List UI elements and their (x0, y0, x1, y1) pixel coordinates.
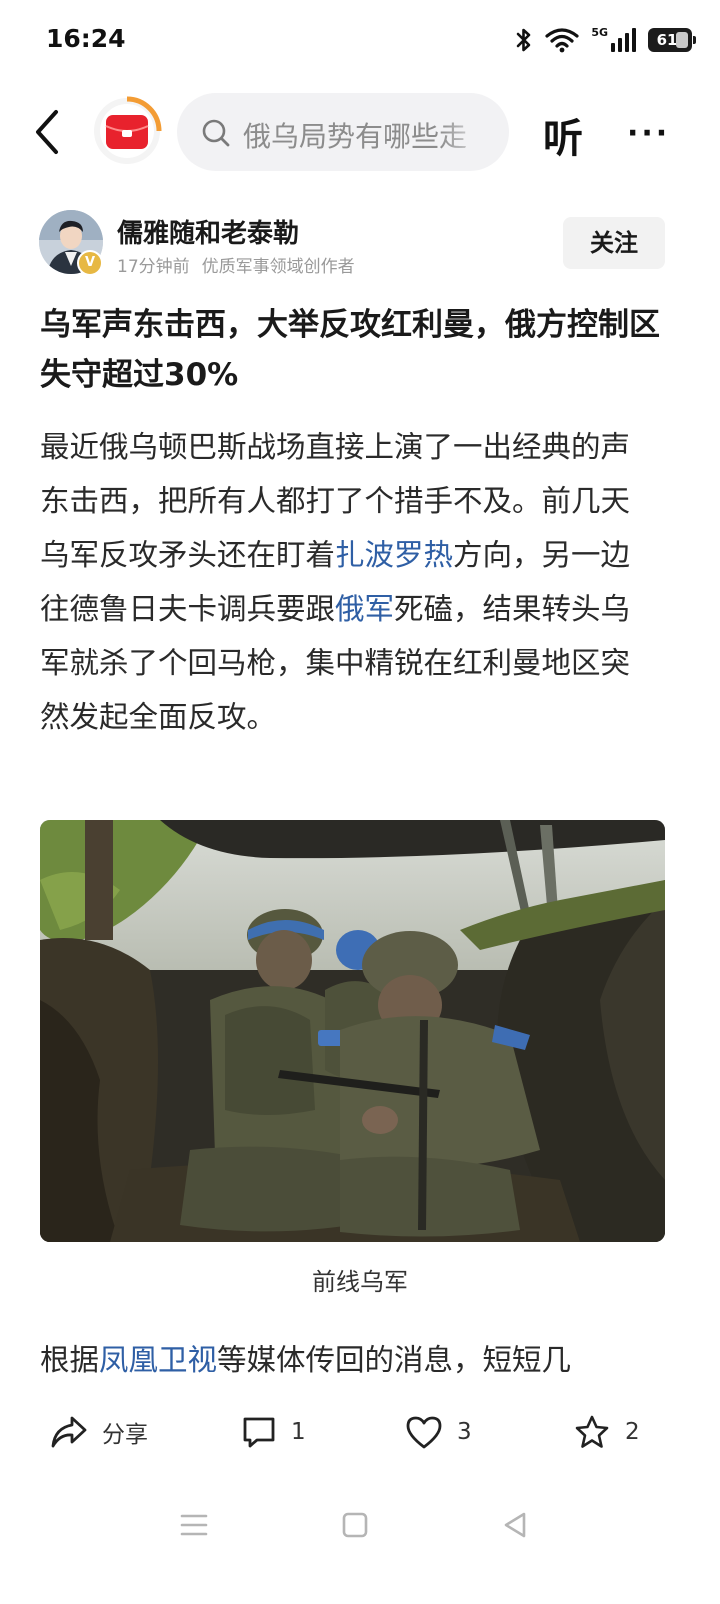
post-time: 17分钟前 (117, 257, 190, 277)
follow-button[interactable]: 关注 (563, 217, 665, 269)
like-button[interactable]: 3 (405, 1412, 472, 1452)
comment-button[interactable]: 1 (241, 1412, 306, 1452)
signal-icon (611, 28, 636, 52)
search-input[interactable]: 俄乌局势有哪些走 (177, 93, 509, 171)
article-title: 乌军声东击西，大举反攻红利曼，俄方控制区失守超过30% (40, 307, 660, 393)
author-meta: 17分钟前 优质军事领域创作者 (117, 252, 355, 277)
favorite-button[interactable]: 2 (573, 1412, 640, 1452)
like-count: 3 (457, 1419, 472, 1445)
search-icon (202, 119, 230, 147)
listen-button[interactable]: 听 (543, 106, 583, 164)
back-nav-icon[interactable] (502, 1510, 528, 1540)
comment-count: 1 (291, 1419, 306, 1445)
share-button[interactable]: 分享 (50, 1412, 148, 1452)
article-photo[interactable] (40, 820, 665, 1242)
share-label: 分享 (102, 1422, 148, 1448)
back-button[interactable] (28, 108, 72, 156)
chevron-left-icon (36, 110, 58, 154)
status-icons: 5G 61 (515, 24, 696, 56)
status-bar: 16:24 5G 61 (0, 0, 720, 80)
star-icon (575, 1415, 609, 1448)
status-time: 16:24 (46, 24, 126, 53)
article-paragraph-2: 根据凤凰卫视等媒体传回的消息，短短几 (40, 1333, 660, 1387)
battery-level: 61 (656, 31, 678, 49)
link-russian-army[interactable]: 俄军 (335, 592, 394, 626)
search-placeholder: 俄乌局势有哪些走 (243, 120, 468, 153)
heart-icon (406, 1416, 442, 1449)
wifi-icon (545, 28, 579, 53)
link-phoenix-tv[interactable]: 凤凰卫视 (99, 1343, 217, 1377)
menu-icon[interactable] (180, 1510, 208, 1540)
comment-icon (243, 1417, 275, 1448)
more-button[interactable]: ··· (627, 116, 670, 151)
action-bar: 分享 1 3 2 (0, 1402, 720, 1462)
paragraph-text: 等媒体传回的消息，短短几 (217, 1343, 572, 1377)
battery-icon: 61 (648, 28, 696, 52)
author-name[interactable]: 儒雅随和老泰勒 (117, 213, 299, 250)
author-row: V 儒雅随和老泰勒 17分钟前 优质军事领域创作者 关注 (0, 205, 720, 280)
bluetooth-icon (517, 28, 531, 52)
favorite-count: 2 (625, 1419, 640, 1445)
network-type-label: 5G (591, 25, 608, 39)
photo-caption: 前线乌军 (312, 1268, 408, 1296)
author-description: 优质军事领域创作者 (201, 257, 355, 277)
system-nav-bar (0, 1500, 720, 1550)
home-icon[interactable] (342, 1510, 368, 1540)
paragraph-text: 根据 (40, 1343, 100, 1377)
article-paragraph-1: 最近俄乌顿巴斯战场直接上演了一出经典的声东击西，把所有人都打了个措手不及。前几天… (40, 420, 640, 744)
verified-badge: V (77, 250, 103, 276)
share-icon (51, 1416, 87, 1448)
top-bar: 俄乌局势有哪些走 听 ··· (0, 90, 720, 174)
app-logo-icon[interactable] (92, 96, 162, 166)
link-zaporizhzhia[interactable]: 扎波罗热 (335, 538, 453, 572)
